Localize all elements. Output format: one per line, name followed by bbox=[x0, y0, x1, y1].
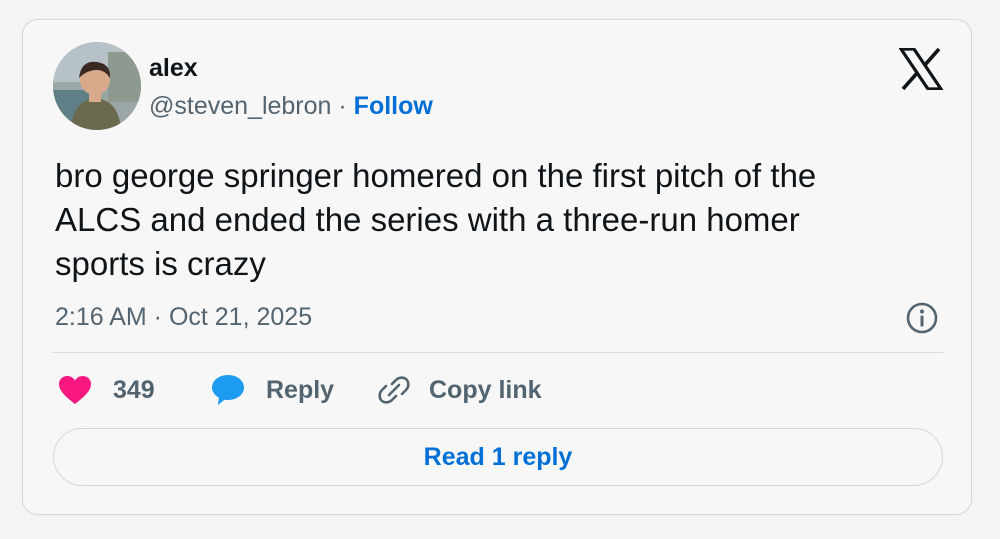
tweet-timestamp[interactable]: 2:16 AM · Oct 21, 2025 bbox=[55, 301, 312, 333]
like-count: 349 bbox=[113, 376, 155, 404]
copy-link-label: Copy link bbox=[429, 376, 542, 404]
avatar[interactable] bbox=[53, 42, 141, 130]
author-handle-row: @steven_lebron · Follow bbox=[149, 90, 433, 122]
read-replies-button[interactable]: Read 1 reply bbox=[53, 428, 943, 486]
read-replies-label: Read 1 reply bbox=[423, 442, 573, 471]
reply-button[interactable]: Reply bbox=[210, 372, 334, 408]
x-logo-icon[interactable] bbox=[897, 47, 945, 91]
like-button[interactable]: 349 bbox=[57, 372, 155, 408]
tweet-text: bro george springer homered on the first… bbox=[55, 157, 817, 282]
divider bbox=[53, 352, 943, 353]
avatar-photo bbox=[53, 42, 141, 130]
tweet-embed-card: alex @steven_lebron · Follow bro george … bbox=[22, 19, 972, 515]
link-icon bbox=[377, 373, 411, 407]
reply-label: Reply bbox=[266, 376, 335, 404]
speech-bubble-icon bbox=[210, 372, 246, 408]
info-icon[interactable] bbox=[905, 301, 939, 335]
author-handle[interactable]: @steven_lebron bbox=[149, 92, 331, 120]
copy-link-button[interactable]: Copy link bbox=[377, 372, 542, 408]
author-name[interactable]: alex bbox=[149, 53, 198, 83]
follow-link[interactable]: Follow bbox=[354, 92, 433, 120]
heart-icon bbox=[57, 374, 93, 406]
handle-separator: · bbox=[338, 92, 347, 120]
